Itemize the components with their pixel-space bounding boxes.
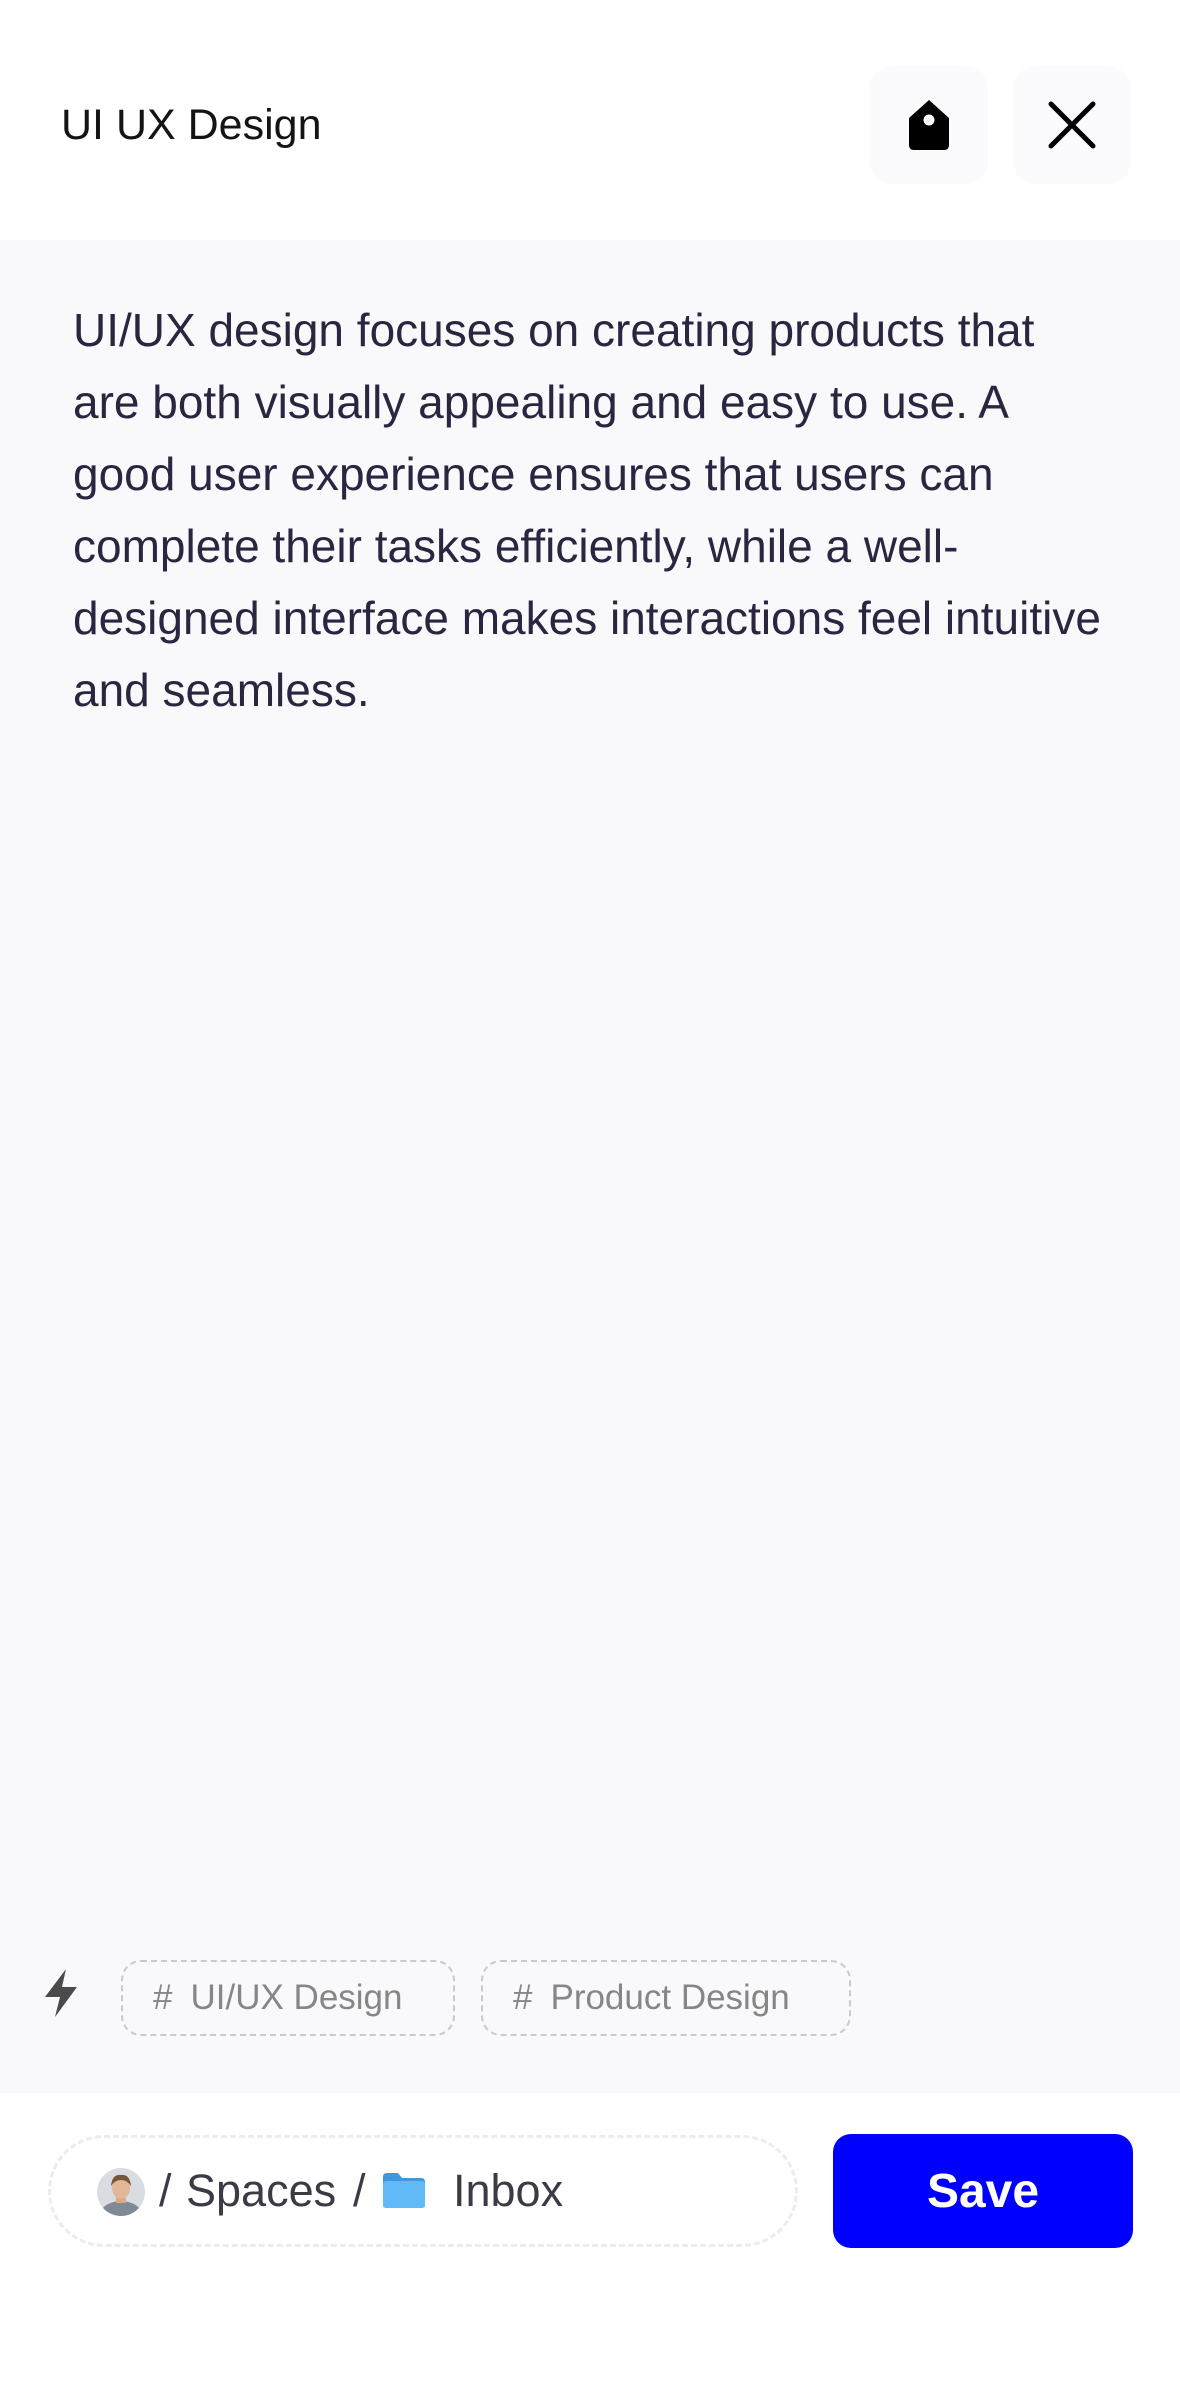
tag-chip-label: Product Design (550, 1978, 790, 2017)
tags-row: # UI/UX Design # Product Design (0, 1960, 1180, 2040)
tag-chip-label: UI/UX Design (190, 1978, 403, 2017)
path-separator: / (159, 2165, 172, 2216)
avatar (97, 2168, 145, 2216)
hash-icon: # (153, 1978, 173, 2017)
close-icon (1048, 101, 1096, 149)
header: UI UX Design (0, 0, 1180, 240)
tag-chip-uiux-design[interactable]: # UI/UX Design (121, 1960, 455, 2036)
hash-icon: # (513, 1978, 533, 2017)
tag-button[interactable] (870, 66, 988, 184)
lightning-icon[interactable] (42, 1968, 80, 2018)
path-separator: / (353, 2165, 366, 2216)
tag-chip-product-design[interactable]: # Product Design (481, 1960, 851, 2036)
breadcrumb-inbox: Inbox (453, 2165, 564, 2216)
folder-icon (383, 2173, 425, 2208)
note-body[interactable]: UI/UX design focuses on creating product… (73, 294, 1113, 726)
save-button[interactable]: Save (833, 2134, 1133, 2248)
breadcrumb-spaces: Spaces (186, 2165, 337, 2216)
note-content[interactable]: UI/UX design focuses on creating product… (0, 240, 1180, 2093)
page-title: UI UX Design (61, 101, 322, 149)
tag-icon (909, 100, 949, 150)
location-selector[interactable]: / Spaces / Inbox (48, 2135, 798, 2247)
close-button[interactable] (1013, 66, 1131, 184)
